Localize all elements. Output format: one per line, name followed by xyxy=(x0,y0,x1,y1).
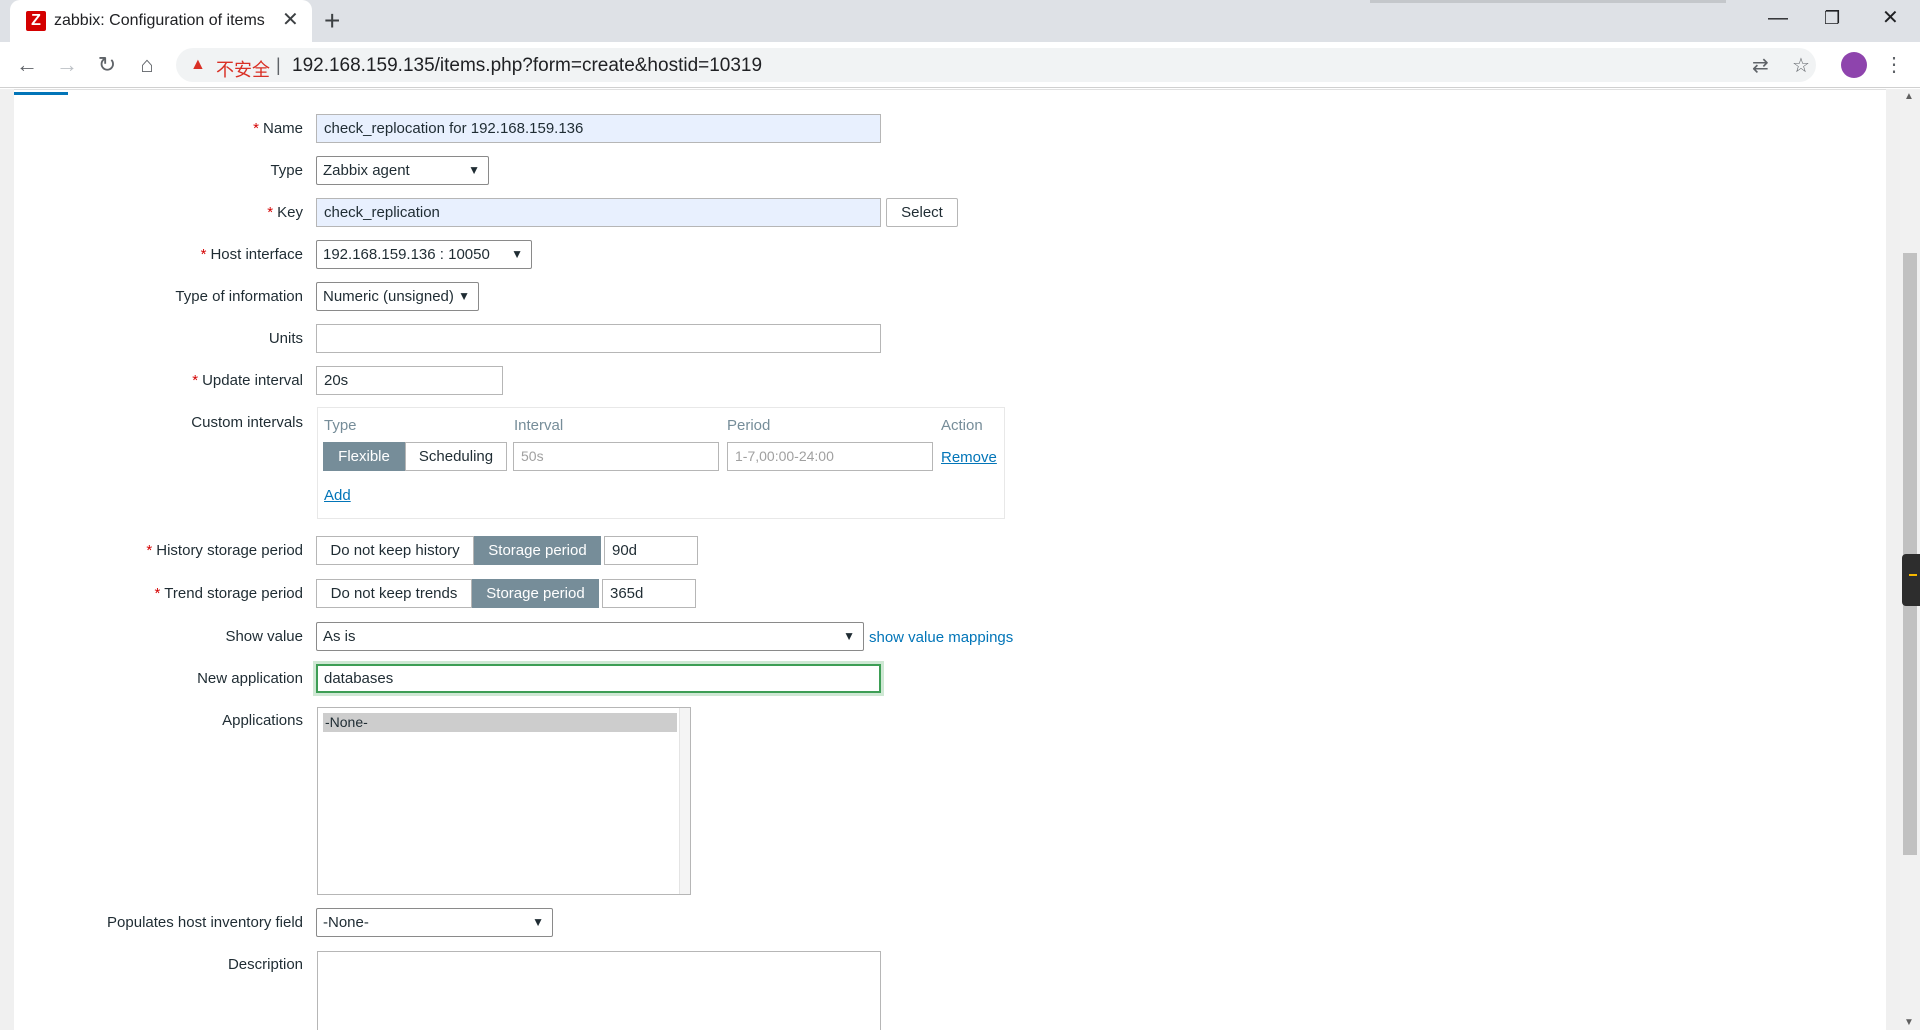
remove-interval-link[interactable]: Remove xyxy=(941,449,997,466)
side-extension-widget[interactable] xyxy=(1902,554,1920,606)
type-select[interactable]: Zabbix agent ▼ xyxy=(316,156,489,185)
key-label: * Key xyxy=(267,204,303,221)
type-of-information-label: Type of information xyxy=(175,288,303,305)
applications-label: Applications xyxy=(222,712,303,729)
close-window-button[interactable]: ✕ xyxy=(1882,6,1899,30)
trend-storage-label: * Trend storage period xyxy=(154,585,303,602)
address-bar[interactable]: ▲ 不安全 | 192.168.159.135/items.php?form=c… xyxy=(176,48,1816,82)
period-input[interactable]: 1-7,00:00-24:00 xyxy=(727,442,933,471)
show-value-mappings-link[interactable]: show value mappings xyxy=(869,629,1013,646)
left-gutter xyxy=(0,89,14,1030)
name-label: * Name xyxy=(253,120,303,137)
translate-icon[interactable]: ⇄ xyxy=(1752,56,1769,76)
ci-header-action: Action xyxy=(941,417,983,434)
ci-header-interval: Interval xyxy=(514,417,564,434)
type-of-information-select[interactable]: Numeric (unsigned) ▼ xyxy=(316,282,479,311)
tab-title: zabbix: Configuration of items xyxy=(54,12,265,29)
right-gutter xyxy=(1886,89,1900,1030)
type-label: Type xyxy=(270,162,303,179)
zabbix-favicon-icon: Z xyxy=(26,11,46,31)
host-interface-select[interactable]: 192.168.159.136 : 10050 ▼ xyxy=(316,240,532,269)
do-not-keep-trends-toggle[interactable]: Do not keep trends xyxy=(316,579,472,608)
url-text[interactable]: 192.168.159.135/items.php?form=create&ho… xyxy=(292,55,762,77)
reload-icon[interactable]: ↻ xyxy=(92,50,122,80)
key-input[interactable]: check_replication xyxy=(316,198,881,227)
update-interval-input[interactable]: 20s xyxy=(316,366,503,395)
profile-avatar-icon[interactable] xyxy=(1841,52,1867,78)
new-application-input[interactable]: databases xyxy=(316,664,881,693)
update-interval-label: * Update interval xyxy=(192,372,303,389)
description-textarea[interactable] xyxy=(317,951,881,1030)
flexible-toggle[interactable]: Flexible xyxy=(323,442,405,471)
add-interval-link[interactable]: Add xyxy=(324,487,351,504)
chevron-down-icon: ▼ xyxy=(532,915,544,929)
history-storage-period-toggle[interactable]: Storage period xyxy=(474,536,601,565)
minimize-button[interactable]: — xyxy=(1768,6,1788,30)
restore-button[interactable]: ❐ xyxy=(1824,6,1840,30)
units-input[interactable] xyxy=(316,324,881,353)
tab-close-icon[interactable]: ✕ xyxy=(282,9,299,31)
listbox-scrollbar[interactable] xyxy=(679,708,690,894)
chevron-down-icon: ▼ xyxy=(458,289,470,303)
interval-input[interactable]: 50s xyxy=(513,442,719,471)
back-arrow-icon[interactable]: ← xyxy=(12,50,42,80)
trend-period-input[interactable]: 365d xyxy=(602,579,696,608)
chevron-down-icon: ▼ xyxy=(468,163,480,177)
new-application-label: New application xyxy=(197,670,303,687)
warning-icon: ▲ xyxy=(190,56,206,73)
ci-header-period: Period xyxy=(727,417,771,434)
browser-tab-bar: Z zabbix: Configuration of items ✕ + — ❐… xyxy=(0,0,1920,42)
history-period-input[interactable]: 90d xyxy=(604,536,698,565)
custom-intervals-label: Custom intervals xyxy=(191,414,303,431)
show-value-label: Show value xyxy=(225,628,303,645)
browser-tab[interactable]: Z zabbix: Configuration of items ✕ xyxy=(10,0,312,42)
scroll-down-icon[interactable]: ▼ xyxy=(1904,1017,1914,1028)
scheduling-toggle[interactable]: Scheduling xyxy=(405,442,507,471)
browser-toolbar: ← → ↻ ⌂ ▲ 不安全 | 192.168.159.135/items.ph… xyxy=(0,42,1920,88)
url-separator: | xyxy=(276,55,281,75)
not-secure-label: 不安全 xyxy=(216,60,270,80)
description-label: Description xyxy=(227,956,303,973)
scroll-up-icon[interactable]: ▲ xyxy=(1904,91,1914,102)
do-not-keep-history-toggle[interactable]: Do not keep history xyxy=(316,536,474,565)
history-storage-label: * History storage period xyxy=(146,542,303,559)
name-input[interactable]: check_replocation for 192.168.159.136 xyxy=(316,114,881,143)
key-select-button[interactable]: Select xyxy=(886,198,958,227)
tabs-divider xyxy=(14,89,1886,90)
active-tab-indicator xyxy=(14,92,68,95)
inventory-field-label: Populates host inventory field xyxy=(107,914,303,931)
window-drag-strip xyxy=(1370,0,1726,3)
menu-dots-icon[interactable]: ⋮ xyxy=(1884,52,1904,78)
star-icon[interactable]: ☆ xyxy=(1792,56,1810,76)
page-content: ▲ ▼ * Name check_replocation for 192.168.… xyxy=(0,89,1920,1030)
units-label: Units xyxy=(268,330,303,347)
forward-arrow-icon[interactable]: → xyxy=(52,50,82,80)
trend-storage-period-toggle[interactable]: Storage period xyxy=(472,579,599,608)
custom-intervals-table: Type Interval Period Action Flexible Sch… xyxy=(317,407,1005,519)
chevron-down-icon: ▼ xyxy=(511,247,523,261)
show-value-select[interactable]: As is ▼ xyxy=(316,622,864,651)
new-tab-button[interactable]: + xyxy=(324,6,340,36)
applications-listbox[interactable]: -None- xyxy=(317,707,691,895)
applications-option[interactable]: -None- xyxy=(323,713,677,732)
home-icon[interactable]: ⌂ xyxy=(132,50,162,80)
ci-header-type: Type xyxy=(324,417,357,434)
inventory-field-select[interactable]: -None- ▼ xyxy=(316,908,553,937)
host-interface-label: * Host interface xyxy=(200,246,303,263)
chevron-down-icon: ▼ xyxy=(843,629,855,643)
